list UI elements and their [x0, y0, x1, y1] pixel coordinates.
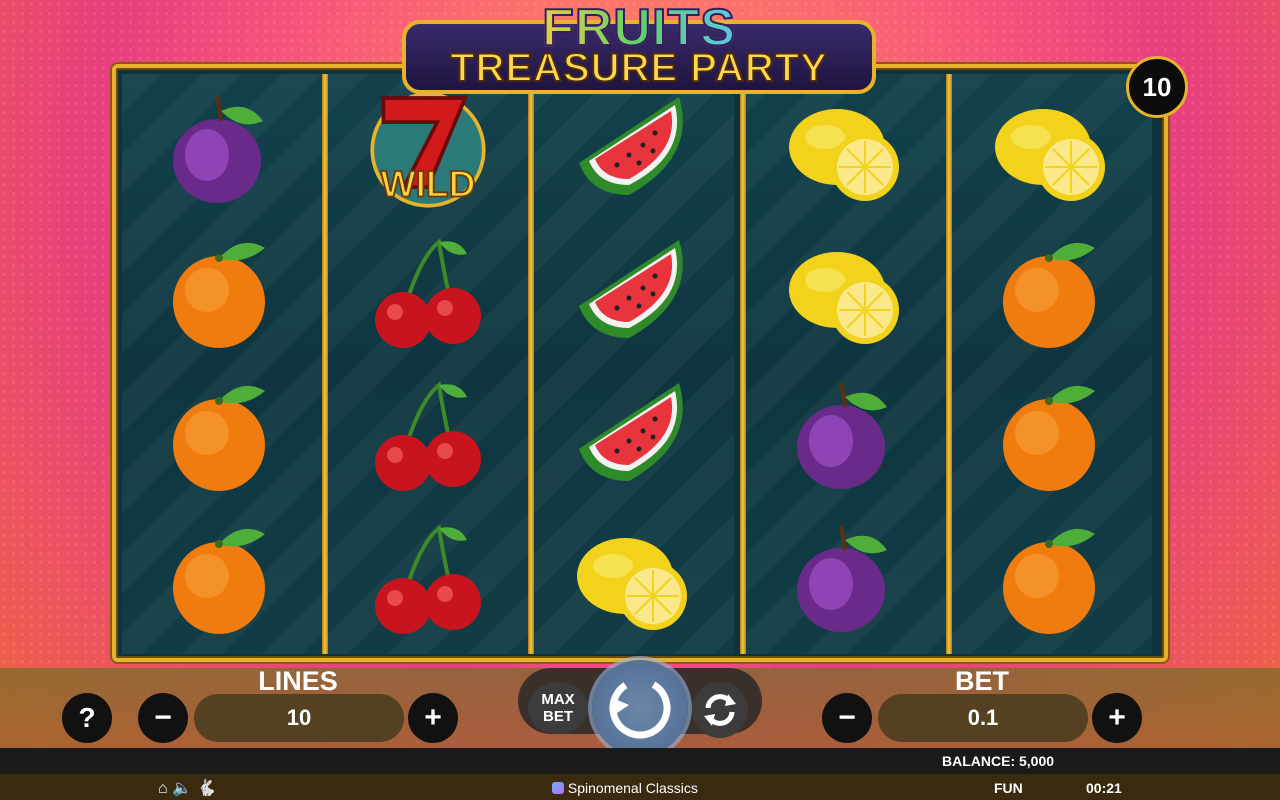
plum-icon	[797, 382, 887, 489]
cherry-icon	[375, 523, 481, 634]
autoplay-icon	[704, 694, 736, 726]
symbol-plum	[746, 507, 946, 650]
balance-text: BALANCE: 5,000	[942, 753, 1055, 769]
reel-1	[122, 74, 322, 654]
logo-subtitle: TREASURE PARTY	[449, 45, 828, 91]
sound-icon[interactable]: 🔈	[172, 780, 192, 797]
bet-label: BET	[955, 666, 1009, 696]
svg-text:WILD: WILD	[381, 162, 476, 204]
symbol-watermelon	[534, 221, 734, 364]
lines-decrease-button[interactable]: −	[138, 693, 188, 743]
lemon-icon	[577, 537, 687, 630]
symbol-orange	[122, 507, 322, 650]
max-bet-button[interactable]: MAX BET	[528, 682, 588, 734]
clock-label: 00:21	[1086, 780, 1122, 796]
autoplay-button[interactable]	[692, 682, 748, 738]
game-logo: FRUITS TREASURE PARTY	[402, 0, 876, 94]
home-icon[interactable]: ⌂	[158, 780, 168, 797]
lemon-icon	[789, 251, 899, 344]
lines-increase-button[interactable]: +	[408, 693, 458, 743]
symbol-lemon	[746, 78, 946, 221]
symbol-orange	[952, 507, 1152, 650]
bet-decrease-button[interactable]: −	[822, 693, 872, 743]
spin-icon	[609, 677, 671, 739]
symbol-orange	[122, 221, 322, 364]
watermelon-icon	[579, 96, 683, 195]
active-lines-badge: 10	[1126, 56, 1188, 118]
provider-label: Spinomenal Classics	[552, 780, 698, 796]
lines-value: 10	[194, 694, 404, 742]
footer-icons: ⌂ 🔈 🐇	[158, 778, 216, 798]
symbol-orange	[952, 221, 1152, 364]
lines-label: LINES	[258, 666, 338, 696]
spin-button[interactable]	[592, 660, 688, 756]
cherry-icon	[375, 380, 481, 491]
symbol-wild-seven: WILD	[328, 78, 528, 221]
reel-2: WILD	[328, 74, 528, 654]
plum-icon	[173, 96, 263, 203]
orange-icon	[173, 528, 265, 634]
symbol-lemon	[952, 78, 1152, 221]
bet-value: 0.1	[878, 694, 1088, 742]
turbo-icon[interactable]: 🐇	[197, 780, 217, 797]
plum-icon	[797, 525, 887, 632]
balance-bar	[0, 748, 1280, 774]
symbol-cherry	[328, 364, 528, 507]
lemon-icon	[995, 108, 1105, 201]
reel-5	[952, 74, 1152, 654]
symbol-watermelon	[534, 78, 734, 221]
symbol-plum	[746, 364, 946, 507]
provider-logo-icon	[552, 782, 564, 794]
symbol-plum	[122, 78, 322, 221]
mode-label: FUN	[994, 780, 1023, 796]
symbol-watermelon	[534, 364, 734, 507]
orange-icon	[1003, 242, 1095, 348]
watermelon-icon	[579, 382, 683, 481]
orange-icon	[1003, 385, 1095, 491]
wild-seven-icon: WILD	[370, 91, 486, 208]
watermelon-icon	[579, 239, 683, 338]
symbol-cherry	[328, 221, 528, 364]
symbol-lemon	[746, 221, 946, 364]
bet-increase-button[interactable]: +	[1092, 693, 1142, 743]
help-button[interactable]: ?	[62, 693, 112, 743]
max-bet-label: MAX BET	[541, 691, 575, 725]
reels-frame: WILD	[112, 64, 1168, 662]
reel-3	[534, 74, 734, 654]
symbol-cherry	[328, 507, 528, 650]
orange-icon	[173, 242, 265, 348]
cherry-icon	[375, 237, 481, 348]
symbol-orange	[952, 364, 1152, 507]
symbol-orange	[122, 364, 322, 507]
symbol-lemon	[534, 507, 734, 650]
reel-4	[746, 74, 946, 654]
lemon-icon	[789, 108, 899, 201]
orange-icon	[173, 385, 265, 491]
orange-icon	[1003, 528, 1095, 634]
